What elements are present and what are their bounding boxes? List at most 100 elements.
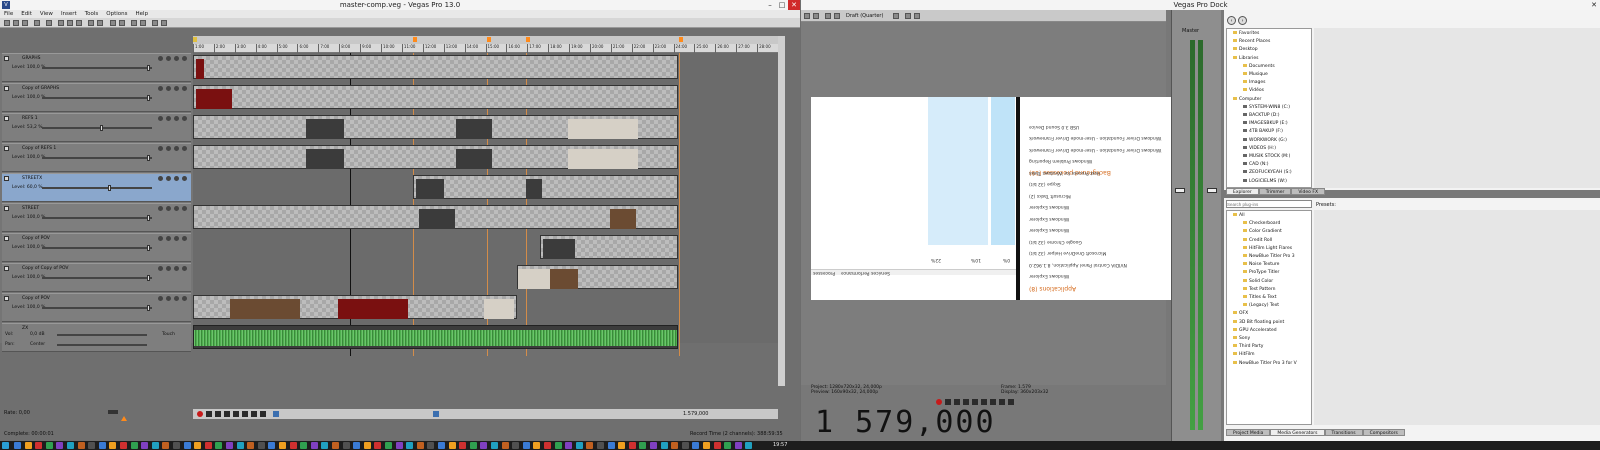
taskbar-app-icon[interactable]: [459, 442, 467, 449]
taskbar-app-icon[interactable]: [268, 442, 276, 449]
normal-edit-tool-icon[interactable]: [152, 20, 158, 26]
taskbar-app-icon[interactable]: [448, 442, 456, 449]
taskbar-app-icon[interactable]: [395, 442, 403, 449]
level-slider-knob[interactable]: [146, 275, 150, 281]
explorer-item-label[interactable]: WORKWORK (G:): [1249, 138, 1287, 143]
solo-icon[interactable]: [182, 56, 187, 61]
loop-start-marker[interactable]: [193, 37, 197, 42]
explorer-item-label[interactable]: LOGICIELMS (W:): [1249, 179, 1287, 184]
menu-tools[interactable]: Tools: [85, 10, 99, 18]
explorer-folder-item[interactable]: Desktop: [1233, 47, 1258, 52]
media-generator-item[interactable]: HitFilm Light Flares: [1243, 245, 1292, 251]
media-generator-item[interactable]: HitFilm: [1233, 352, 1255, 357]
marker-bar[interactable]: [193, 36, 778, 44]
track-header[interactable]: Copy of GRAPHS Level: 100,0 %: [2, 83, 191, 112]
taskbar-app-icon[interactable]: [554, 442, 562, 449]
preview-quality-icon[interactable]: [834, 13, 840, 19]
media-generator-label[interactable]: NewBlue Titler Pro 3: [1249, 254, 1295, 259]
start-button-icon[interactable]: [2, 442, 9, 449]
taskbar-app-icon[interactable]: [173, 442, 180, 449]
taskbar-app-icon[interactable]: [575, 442, 583, 449]
media-generator-label[interactable]: OFX: [1239, 311, 1248, 316]
save-icon[interactable]: [22, 20, 28, 26]
mute-icon[interactable]: [174, 146, 179, 151]
properties-icon[interactable]: [34, 20, 40, 26]
track-name[interactable]: Copy of POV: [22, 236, 50, 241]
media-generator-label[interactable]: Titles & Text: [1249, 295, 1276, 300]
taskbar-app-icon[interactable]: [469, 442, 477, 449]
explorer-drive-item[interactable]: MUSIK STOCK (M:): [1243, 154, 1290, 159]
taskbar-app-icon[interactable]: [204, 442, 212, 449]
level-slider[interactable]: [42, 157, 152, 159]
taskbar-app-icon[interactable]: [321, 442, 329, 449]
taskbar-app-icon[interactable]: [151, 442, 159, 449]
render-icon[interactable]: [46, 20, 52, 26]
media-generator-item[interactable]: Credit Roll: [1243, 237, 1272, 243]
explorer-drive-item[interactable]: ZEOFUCKYEAH (S:): [1243, 170, 1292, 175]
media-generator-label[interactable]: GPU Accelerated: [1239, 328, 1277, 333]
explorer-item-label[interactable]: CAD (N:): [1249, 162, 1269, 167]
media-generator-label[interactable]: NewBlue Titler Pro 3 for V: [1239, 361, 1297, 366]
copy-icon[interactable]: [67, 20, 73, 26]
collapse-track-icon[interactable]: [4, 176, 9, 181]
media-generator-label[interactable]: (Legacy) Text: [1249, 303, 1279, 308]
media-generator-item[interactable]: Third Party: [1233, 344, 1263, 349]
media-generator-label[interactable]: Noise Texture: [1249, 262, 1279, 267]
track-fx-icon[interactable]: [158, 86, 163, 91]
tab-compositors[interactable]: Compositors: [1362, 429, 1405, 436]
track-header[interactable]: STREETX Level: 60,0 %: [2, 173, 191, 202]
media-generator-item[interactable]: All: [1233, 213, 1245, 218]
track-motion-icon[interactable]: [166, 266, 171, 271]
collapse-track-icon[interactable]: [4, 86, 9, 91]
track-fx-icon[interactable]: [158, 296, 163, 301]
maximize-button[interactable]: □: [776, 0, 788, 10]
tab-media-generators[interactable]: Media Generators: [1270, 429, 1325, 436]
taskbar-app-icon[interactable]: [130, 442, 138, 449]
explorer-item-label[interactable]: 4TB BAKUP (F:): [1249, 129, 1283, 134]
envelope-tool-icon[interactable]: [161, 20, 167, 26]
close-button[interactable]: ✕: [788, 0, 800, 10]
tab-explorer[interactable]: Explorer: [1226, 188, 1259, 195]
level-slider[interactable]: [42, 67, 152, 69]
level-slider[interactable]: [42, 217, 152, 219]
collapse-track-icon[interactable]: [4, 296, 9, 301]
taskbar-app-icon[interactable]: [501, 442, 509, 449]
track-motion-icon[interactable]: [166, 176, 171, 181]
mute-icon[interactable]: [174, 56, 179, 61]
mute-icon[interactable]: [174, 116, 179, 121]
media-generator-item[interactable]: OFX: [1233, 311, 1248, 316]
media-generator-item[interactable]: Solid Color: [1243, 278, 1273, 284]
zoom-button[interactable]: [433, 411, 439, 417]
track-header[interactable]: Copy of REFS 1 Level: 100,0 %: [2, 143, 191, 172]
explorer-folder-item[interactable]: Images: [1243, 80, 1265, 85]
explorer-item-label[interactable]: Desktop: [1239, 47, 1258, 52]
taskbar-app-icon[interactable]: [480, 442, 488, 449]
track-name[interactable]: STREET: [22, 206, 39, 211]
taskbar-app-icon[interactable]: [650, 442, 657, 449]
marker-3[interactable]: [526, 37, 530, 42]
taskbar-app-icon[interactable]: [491, 442, 498, 449]
video-event[interactable]: [193, 55, 678, 79]
save-snapshot-icon[interactable]: [914, 13, 920, 19]
level-slider-knob[interactable]: [146, 305, 150, 311]
master-fader-right[interactable]: [1207, 188, 1217, 193]
audio-track-name[interactable]: ZX: [22, 326, 28, 331]
taskbar-app-icon[interactable]: [88, 442, 96, 449]
forward-icon[interactable]: ›: [1238, 16, 1247, 25]
media-generator-label[interactable]: Sony: [1239, 336, 1250, 341]
go-to-start-button[interactable]: [251, 411, 257, 417]
preview-next-frame-button[interactable]: [999, 399, 1005, 405]
timeline-vertical-scrollbar[interactable]: [778, 36, 785, 386]
level-slider[interactable]: [42, 247, 152, 249]
rate-slider[interactable]: [108, 410, 118, 414]
plugin-search-input[interactable]: [1226, 200, 1312, 208]
taskbar-app-icon[interactable]: [406, 442, 414, 449]
collapse-track-icon[interactable]: [4, 116, 9, 121]
mute-icon[interactable]: [174, 206, 179, 211]
menu-help[interactable]: Help: [136, 10, 149, 18]
video-event[interactable]: [413, 175, 678, 199]
taskbar-app-icon[interactable]: [416, 442, 424, 449]
media-generator-item[interactable]: 3D Bit floating point: [1233, 319, 1284, 325]
taskbar-app-icon[interactable]: [363, 442, 371, 449]
pan-slider[interactable]: [57, 344, 147, 346]
